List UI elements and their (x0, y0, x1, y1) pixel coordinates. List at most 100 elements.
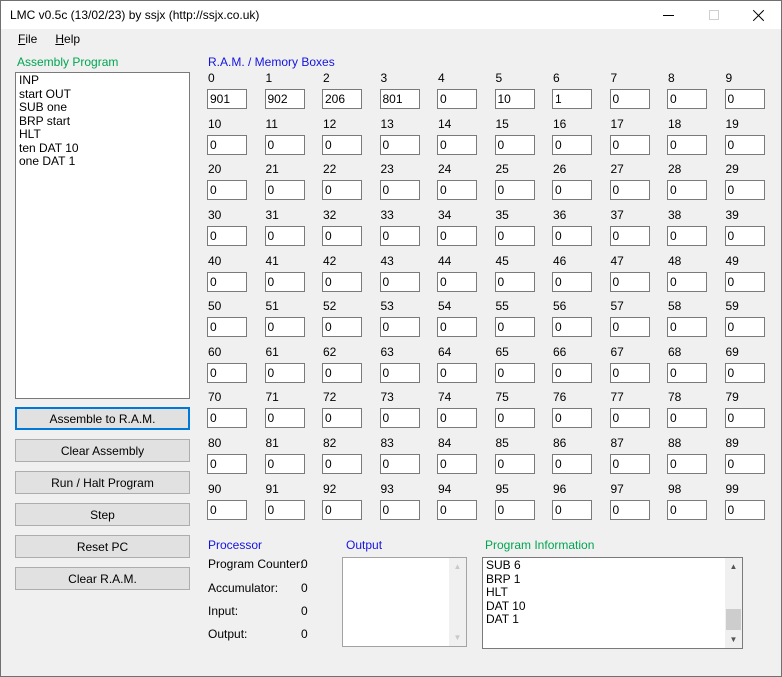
memory-cell-input[interactable] (380, 500, 420, 520)
memory-cell-input[interactable] (437, 180, 477, 200)
memory-cell-input[interactable] (610, 226, 650, 246)
assembly-line[interactable]: start OUT (16, 88, 189, 102)
memory-cell-input[interactable] (667, 363, 707, 383)
memory-cell-input[interactable] (667, 135, 707, 155)
memory-cell-input[interactable] (265, 89, 305, 109)
memory-cell-input[interactable] (552, 454, 592, 474)
memory-cell-input[interactable] (265, 408, 305, 428)
reset-pc-button[interactable]: Reset PC (15, 535, 190, 558)
program-info-line[interactable]: BRP 1 (483, 573, 725, 587)
memory-cell-input[interactable] (380, 89, 420, 109)
memory-cell-input[interactable] (380, 135, 420, 155)
memory-cell-input[interactable] (437, 454, 477, 474)
memory-cell-input[interactable] (265, 135, 305, 155)
memory-cell-input[interactable] (380, 272, 420, 292)
memory-cell-input[interactable] (667, 226, 707, 246)
scrollbar-thumb[interactable] (726, 609, 741, 630)
scroll-up-icon[interactable]: ▲ (449, 558, 466, 575)
memory-cell-input[interactable] (207, 89, 247, 109)
memory-cell-input[interactable] (725, 135, 765, 155)
memory-cell-input[interactable] (495, 454, 535, 474)
memory-cell-input[interactable] (495, 317, 535, 337)
program-info-line[interactable]: DAT 1 (483, 613, 725, 627)
memory-cell-input[interactable] (437, 363, 477, 383)
program-info-line[interactable]: HLT (483, 586, 725, 600)
title-bar[interactable]: LMC v0.5c (13/02/23) by ssjx (http://ssj… (1, 1, 781, 29)
memory-cell-input[interactable] (207, 317, 247, 337)
memory-cell-input[interactable] (380, 454, 420, 474)
scroll-down-icon[interactable]: ▼ (725, 631, 742, 648)
memory-cell-input[interactable] (322, 89, 362, 109)
memory-cell-input[interactable] (667, 454, 707, 474)
memory-cell-input[interactable] (380, 226, 420, 246)
program-info-line[interactable]: SUB 6 (483, 559, 725, 573)
assembly-line[interactable]: BRP start (16, 115, 189, 129)
memory-cell-input[interactable] (437, 135, 477, 155)
memory-cell-input[interactable] (552, 89, 592, 109)
memory-cell-input[interactable] (667, 500, 707, 520)
assembly-line[interactable]: ten DAT 10 (16, 142, 189, 156)
clear-ram-button[interactable]: Clear R.A.M. (15, 567, 190, 590)
memory-cell-input[interactable] (610, 135, 650, 155)
memory-cell-input[interactable] (725, 408, 765, 428)
memory-cell-input[interactable] (495, 363, 535, 383)
scroll-up-icon[interactable]: ▲ (725, 558, 742, 575)
assemble-to-ram-button[interactable]: Assemble to R.A.M. (15, 407, 190, 430)
memory-cell-input[interactable] (380, 317, 420, 337)
step-button[interactable]: Step (15, 503, 190, 526)
memory-cell-input[interactable] (552, 180, 592, 200)
memory-cell-input[interactable] (552, 363, 592, 383)
memory-cell-input[interactable] (322, 317, 362, 337)
memory-cell-input[interactable] (322, 180, 362, 200)
assembly-line[interactable]: SUB one (16, 101, 189, 115)
memory-cell-input[interactable] (322, 363, 362, 383)
program-info-line[interactable]: DAT 10 (483, 600, 725, 614)
memory-cell-input[interactable] (437, 272, 477, 292)
memory-cell-input[interactable] (725, 180, 765, 200)
memory-cell-input[interactable] (207, 135, 247, 155)
memory-cell-input[interactable] (495, 500, 535, 520)
memory-cell-input[interactable] (667, 89, 707, 109)
memory-cell-input[interactable] (207, 180, 247, 200)
memory-cell-input[interactable] (495, 135, 535, 155)
memory-cell-input[interactable] (552, 408, 592, 428)
clear-assembly-button[interactable]: Clear Assembly (15, 439, 190, 462)
run-halt-program-button[interactable]: Run / Halt Program (15, 471, 190, 494)
memory-cell-input[interactable] (610, 317, 650, 337)
memory-cell-input[interactable] (265, 226, 305, 246)
memory-cell-input[interactable] (380, 408, 420, 428)
memory-cell-input[interactable] (725, 226, 765, 246)
memory-cell-input[interactable] (207, 363, 247, 383)
program-information-box[interactable]: SUB 6BRP 1HLTDAT 10DAT 1 ▲ ▼ (482, 557, 743, 649)
assembly-program-listbox[interactable]: INPstart OUTSUB oneBRP startHLTten DAT 1… (15, 72, 190, 399)
memory-cell-input[interactable] (610, 408, 650, 428)
memory-cell-input[interactable] (495, 226, 535, 246)
scroll-down-icon[interactable]: ▼ (449, 629, 466, 646)
memory-cell-input[interactable] (725, 317, 765, 337)
memory-cell-input[interactable] (437, 89, 477, 109)
memory-cell-input[interactable] (265, 317, 305, 337)
memory-cell-input[interactable] (322, 500, 362, 520)
memory-cell-input[interactable] (265, 272, 305, 292)
memory-cell-input[interactable] (207, 500, 247, 520)
output-scrollbar[interactable]: ▲ ▼ (449, 558, 466, 646)
memory-cell-input[interactable] (667, 408, 707, 428)
memory-cell-input[interactable] (207, 272, 247, 292)
memory-cell-input[interactable] (380, 180, 420, 200)
memory-cell-input[interactable] (495, 408, 535, 428)
memory-cell-input[interactable] (552, 500, 592, 520)
memory-cell-input[interactable] (725, 272, 765, 292)
memory-cell-input[interactable] (725, 89, 765, 109)
memory-cell-input[interactable] (495, 180, 535, 200)
memory-cell-input[interactable] (725, 500, 765, 520)
memory-cell-input[interactable] (265, 363, 305, 383)
memory-cell-input[interactable] (437, 500, 477, 520)
memory-cell-input[interactable] (495, 272, 535, 292)
memory-cell-input[interactable] (322, 408, 362, 428)
memory-cell-input[interactable] (437, 226, 477, 246)
memory-cell-input[interactable] (725, 454, 765, 474)
memory-cell-input[interactable] (380, 363, 420, 383)
memory-cell-input[interactable] (265, 180, 305, 200)
memory-cell-input[interactable] (667, 317, 707, 337)
menu-file[interactable]: File (9, 30, 46, 48)
